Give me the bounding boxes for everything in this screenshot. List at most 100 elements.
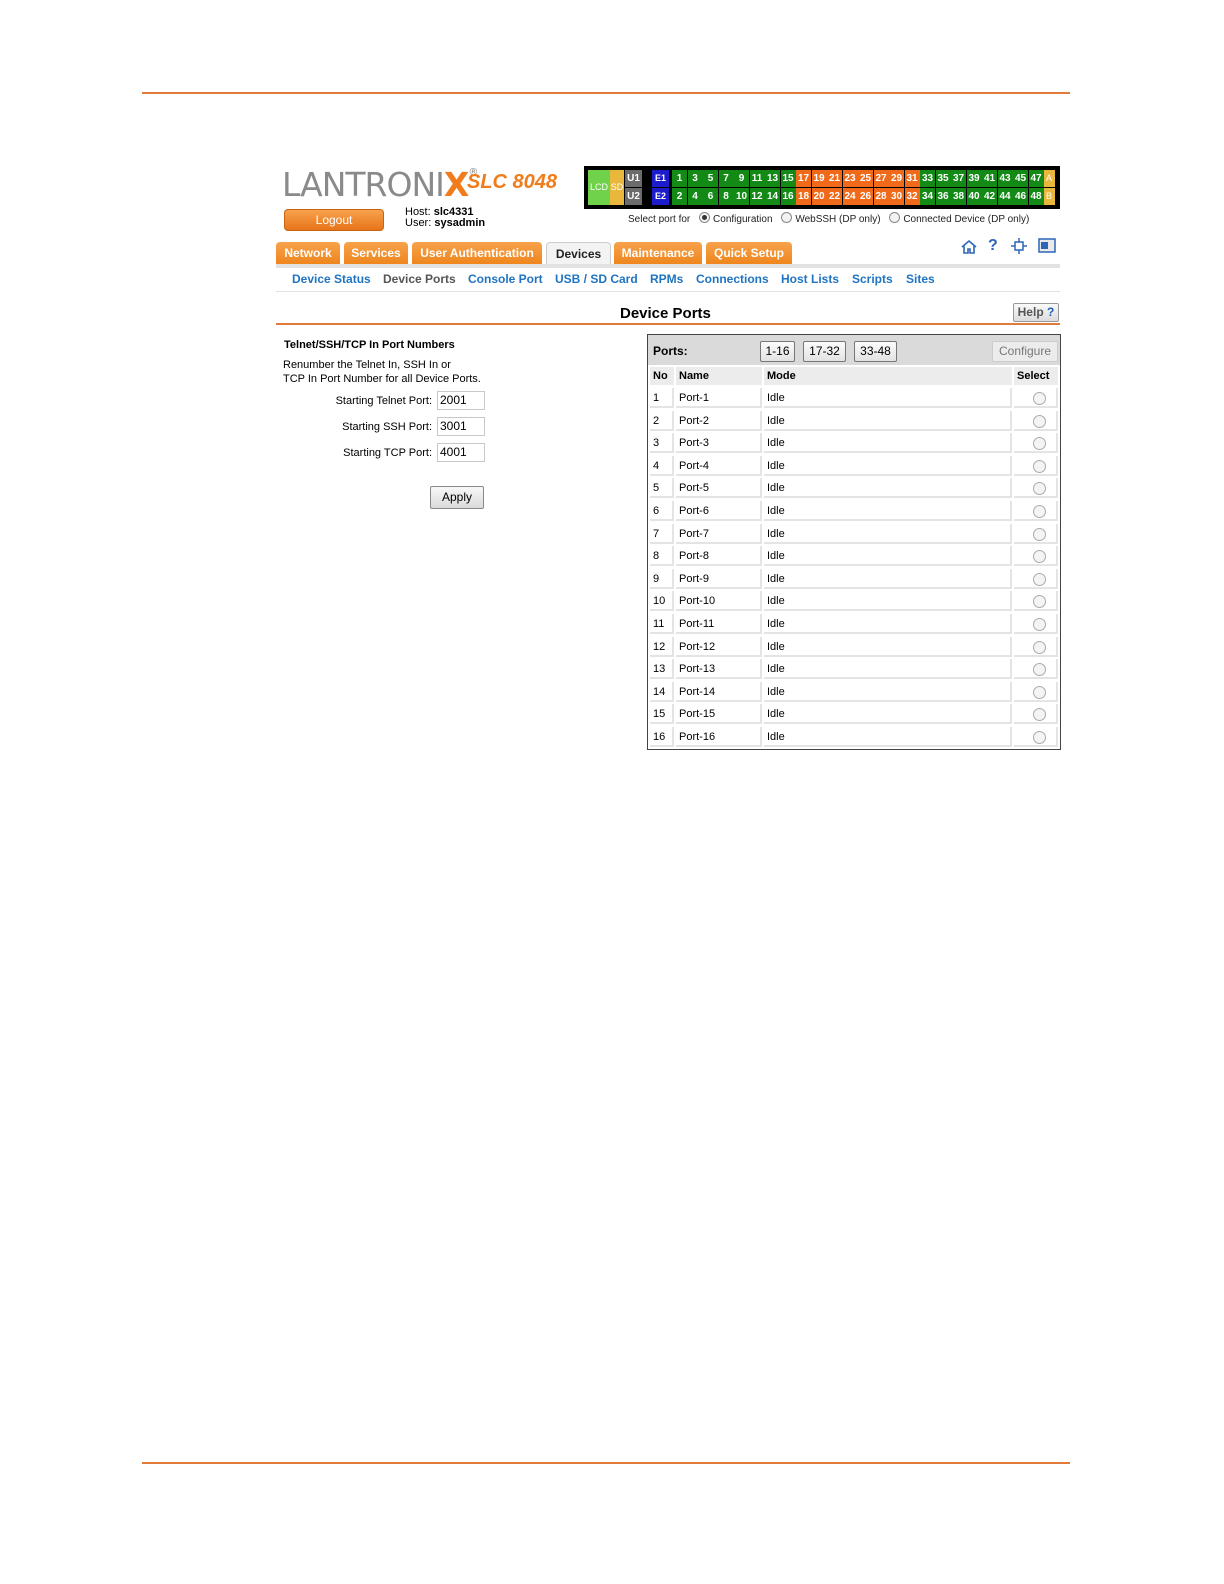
- select-radio[interactable]: [1033, 459, 1046, 473]
- port-indicator-41[interactable]: 41: [982, 170, 997, 187]
- tab-maintenance[interactable]: Maintenance: [614, 242, 702, 264]
- port-indicator-26[interactable]: 26: [858, 188, 873, 205]
- logout-button[interactable]: Logout: [284, 209, 384, 231]
- radio-icon[interactable]: [699, 212, 711, 223]
- tab-devices[interactable]: Devices: [546, 242, 611, 265]
- select-radio[interactable]: [1033, 731, 1046, 744]
- port-indicator-17[interactable]: 17: [796, 170, 811, 187]
- port-indicator-8[interactable]: 8: [718, 188, 734, 205]
- eth-e2-indicator[interactable]: E2: [652, 188, 669, 205]
- select-radio[interactable]: [1033, 618, 1046, 631]
- apply-button[interactable]: Apply: [430, 486, 484, 509]
- tab-network[interactable]: Network: [276, 242, 340, 264]
- subnav-sites[interactable]: Sites: [906, 272, 935, 286]
- port-indicator-16[interactable]: 16: [780, 188, 796, 205]
- select-radio[interactable]: [1033, 572, 1046, 586]
- port-indicator-25[interactable]: 25: [858, 170, 873, 187]
- port-indicator-35[interactable]: 35: [935, 170, 951, 187]
- port-indicator-14[interactable]: 14: [765, 188, 780, 205]
- radio-icon[interactable]: [781, 212, 793, 223]
- port-indicator-48[interactable]: 48: [1028, 188, 1044, 205]
- tab-services[interactable]: Services: [344, 242, 408, 264]
- tcp-port-input[interactable]: [437, 443, 485, 462]
- port-indicator-19[interactable]: 19: [811, 170, 827, 187]
- select-radio[interactable]: [1033, 685, 1046, 699]
- port-indicator-42[interactable]: 42: [982, 188, 997, 205]
- subnav-host-lists[interactable]: Host Lists: [781, 272, 839, 286]
- port-indicator-29[interactable]: 29: [889, 170, 904, 187]
- help-icon[interactable]: ?: [988, 237, 998, 255]
- port-indicator-27[interactable]: 27: [873, 170, 889, 187]
- port-indicator-34[interactable]: 34: [920, 188, 935, 205]
- eth-e1-indicator[interactable]: E1: [652, 170, 669, 187]
- port-indicator-20[interactable]: 20: [811, 188, 827, 205]
- port-indicator-46[interactable]: 46: [1013, 188, 1028, 205]
- select-radio[interactable]: [1033, 414, 1046, 428]
- port-indicator-40[interactable]: 40: [966, 188, 982, 205]
- subnav-console-port[interactable]: Console Port: [468, 272, 543, 286]
- telnet-port-input[interactable]: [437, 391, 485, 410]
- port-indicator-15[interactable]: 15: [780, 170, 796, 187]
- port-indicator-24[interactable]: 24: [842, 188, 858, 205]
- port-indicator-3[interactable]: 3: [687, 170, 703, 187]
- port-indicator-30[interactable]: 30: [889, 188, 904, 205]
- subnav-scripts[interactable]: Scripts: [852, 272, 893, 286]
- port-indicator-37[interactable]: 37: [951, 170, 966, 187]
- range-17-32-button[interactable]: 17-32: [803, 341, 846, 362]
- port-indicator-11[interactable]: 11: [749, 170, 765, 187]
- select-radio[interactable]: [1033, 392, 1046, 405]
- subnav-usb-sd-card[interactable]: USB / SD Card: [555, 272, 638, 286]
- port-indicator-45[interactable]: 45: [1013, 170, 1028, 187]
- cell-mode: Idle: [764, 659, 1012, 680]
- ssh-port-input[interactable]: [437, 417, 485, 436]
- tab-user-authentication[interactable]: User Authentication: [412, 242, 542, 264]
- port-indicator-2[interactable]: 2: [672, 188, 687, 205]
- port-indicator-22[interactable]: 22: [827, 188, 842, 205]
- sitemap-icon[interactable]: [1010, 237, 1028, 255]
- range-1-16-button[interactable]: 1-16: [760, 341, 795, 362]
- port-indicator-13[interactable]: 13: [765, 170, 780, 187]
- port-indicator-38[interactable]: 38: [951, 188, 966, 205]
- port-indicator-18[interactable]: 18: [796, 188, 811, 205]
- port-indicator-6[interactable]: 6: [703, 188, 718, 205]
- select-radio[interactable]: [1033, 505, 1046, 518]
- help-button[interactable]: Help ?: [1013, 303, 1059, 322]
- port-indicator-5[interactable]: 5: [703, 170, 718, 187]
- panel-icon[interactable]: [1038, 238, 1056, 253]
- select-radio[interactable]: [1033, 640, 1046, 654]
- port-indicator-32[interactable]: 32: [904, 188, 920, 205]
- port-indicator-23[interactable]: 23: [842, 170, 858, 187]
- lcd-indicator[interactable]: LCD: [588, 170, 610, 205]
- port-indicator-36[interactable]: 36: [935, 188, 951, 205]
- port-indicator-44[interactable]: 44: [997, 188, 1013, 205]
- port-indicator-31[interactable]: 31: [904, 170, 920, 187]
- port-indicator-1[interactable]: 1: [672, 170, 687, 187]
- port-indicator-33[interactable]: 33: [920, 170, 935, 187]
- port-indicator-47[interactable]: 47: [1028, 170, 1044, 187]
- option-connected-device[interactable]: Connected Device (DP only): [889, 212, 1029, 225]
- port-indicator-12[interactable]: 12: [749, 188, 765, 205]
- port-indicator-28[interactable]: 28: [873, 188, 889, 205]
- subnav-rpms[interactable]: RPMs: [650, 272, 683, 286]
- port-indicator-4[interactable]: 4: [687, 188, 703, 205]
- port-indicator-39[interactable]: 39: [966, 170, 982, 187]
- home-icon[interactable]: [960, 239, 978, 255]
- port-indicator-9[interactable]: 9: [734, 170, 749, 187]
- select-radio[interactable]: [1033, 527, 1046, 541]
- configure-button[interactable]: Configure: [992, 341, 1058, 362]
- tab-quick-setup[interactable]: Quick Setup: [706, 242, 792, 264]
- subnav-device-status[interactable]: Device Status: [292, 272, 371, 286]
- port-indicator-7[interactable]: 7: [718, 170, 734, 187]
- port-indicator-21[interactable]: 21: [827, 170, 842, 187]
- range-33-48-button[interactable]: 33-48: [854, 341, 897, 362]
- sd-indicator[interactable]: SD: [610, 170, 624, 205]
- option-configuration[interactable]: Configuration: [699, 212, 773, 225]
- port-indicator-43[interactable]: 43: [997, 170, 1013, 187]
- option-webssh[interactable]: WebSSH (DP only): [781, 212, 881, 225]
- subnav-device-ports[interactable]: Device Ports: [383, 272, 456, 286]
- port-indicator-10[interactable]: 10: [734, 188, 749, 205]
- usb-u1-indicator[interactable]: U1: [625, 170, 642, 187]
- usb-u2-indicator[interactable]: U2: [625, 188, 642, 205]
- subnav-connections[interactable]: Connections: [696, 272, 769, 286]
- radio-icon[interactable]: [889, 212, 901, 223]
